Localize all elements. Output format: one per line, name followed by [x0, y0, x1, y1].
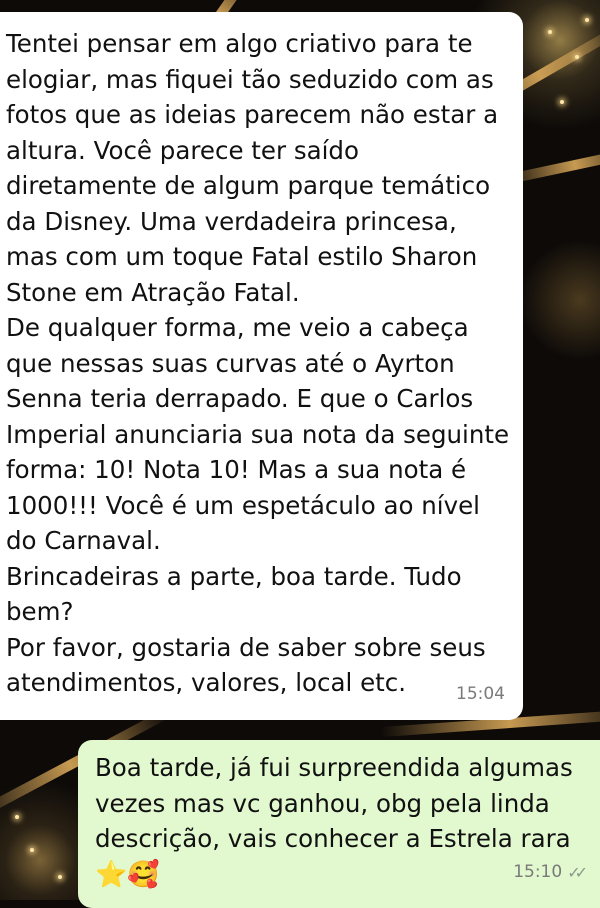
sparkle [575, 55, 579, 59]
message-paragraph: De qualquer forma, me veio a cabeça que … [6, 313, 510, 555]
message-time: 15:04 [456, 683, 505, 704]
message-text: Boa tarde, já fui surpreendida algumas v… [95, 753, 573, 853]
message-time: 15:10 [513, 861, 563, 882]
message-meta: 15:10 ✓✓ [513, 855, 588, 891]
outgoing-message-bubble[interactable]: Boa tarde, já fui surpreendida algumas v… [78, 740, 600, 908]
sparkle [58, 875, 62, 879]
message-paragraph: Brincadeiras a parte, boa tarde. Tudo be… [6, 561, 462, 627]
sparkle [585, 18, 589, 22]
double-check-icon: ✓✓ [567, 862, 588, 882]
sparkle [548, 30, 552, 34]
message-paragraph: Tentei pensar em algo criativo para te e… [6, 29, 499, 307]
incoming-message-bubble[interactable]: Tentei pensar em algo criativo para te e… [0, 12, 523, 720]
message-meta: 15:04 [456, 677, 505, 713]
sparkle [560, 100, 564, 104]
message-paragraph: Por favor, gostaria de saber sobre seus … [6, 632, 486, 698]
sparkle [15, 815, 19, 819]
sparkle [30, 848, 34, 852]
